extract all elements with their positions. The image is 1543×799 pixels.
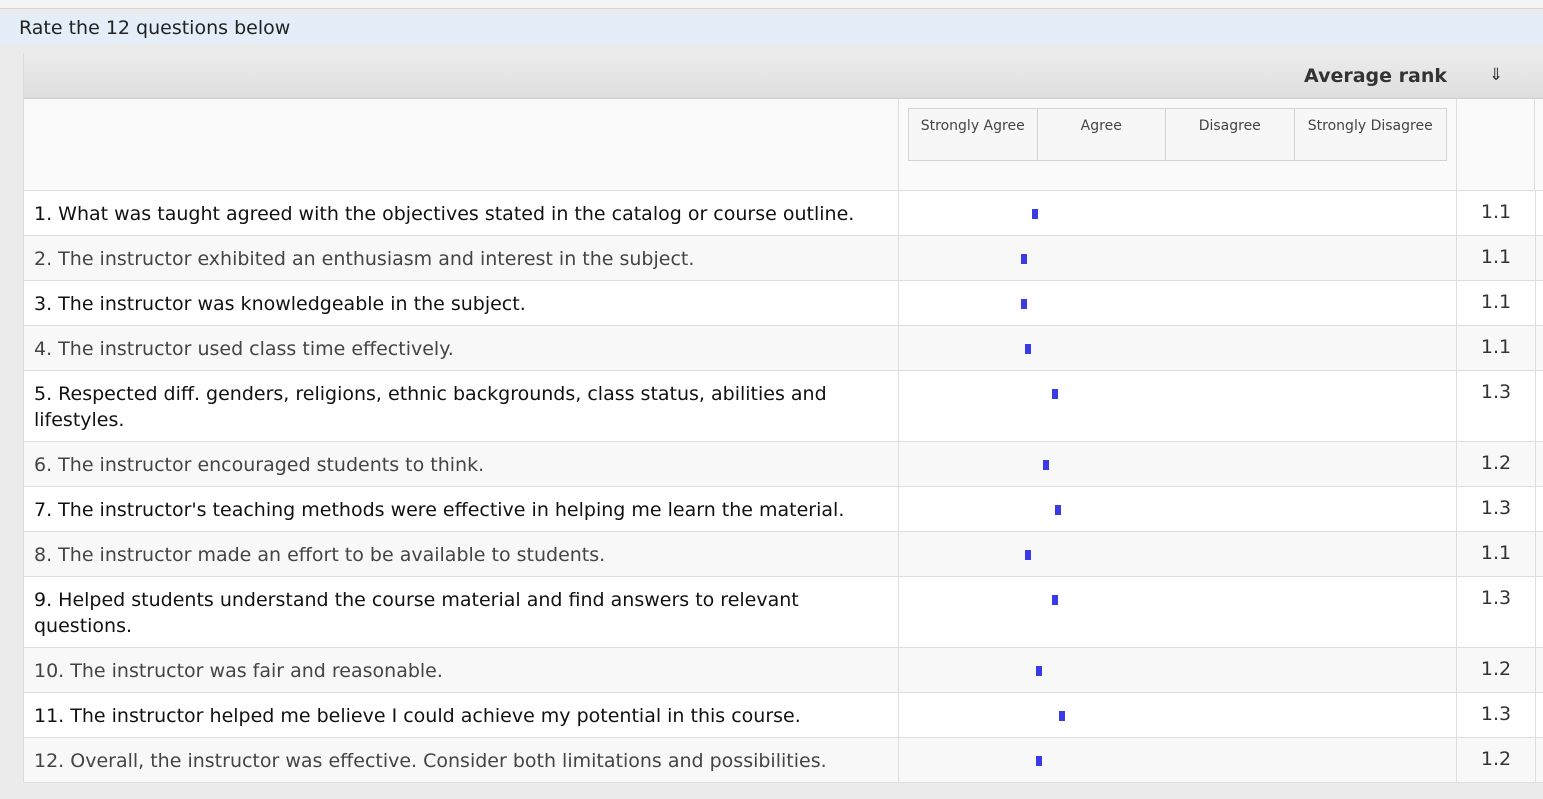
rating-grid: Average rank ⇓ Strongly Agree Agree Disa…	[23, 53, 1543, 783]
average-rank-cell: 1.1	[1456, 281, 1536, 325]
average-rank-value: 1.1	[1480, 291, 1512, 313]
average-rank-cell: 1.2	[1456, 648, 1536, 692]
question-text: 6. The instructor encouraged students to…	[34, 454, 485, 476]
question-row: 5. Respected diff. genders, religions, e…	[24, 371, 1543, 442]
rating-distribution-cell	[898, 738, 1456, 782]
rating-distribution-cell	[898, 577, 1456, 647]
question-row: 2. The instructor exhibited an enthusias…	[24, 236, 1543, 281]
question-row: 1. What was taught agreed with the objec…	[24, 191, 1543, 236]
question-group-header: Rate the 12 questions below	[0, 14, 1543, 44]
average-rank-cell: 1.3	[1456, 577, 1536, 647]
rating-distribution-cell	[898, 442, 1456, 486]
grid-header: Average rank ⇓	[24, 53, 1543, 99]
average-rank-value: 1.2	[1480, 452, 1512, 474]
question-row: 12. Overall, the instructor was effectiv…	[24, 738, 1543, 783]
average-rank-cell: 1.1	[1456, 532, 1536, 576]
top-divider	[0, 0, 1543, 9]
rating-distribution-cell	[898, 532, 1456, 576]
question-row: 8. The instructor made an effort to be a…	[24, 532, 1543, 577]
question-text: 8. The instructor made an effort to be a…	[34, 544, 606, 566]
question-rows: 1. What was taught agreed with the objec…	[24, 191, 1543, 783]
rating-distribution-cell	[898, 693, 1456, 737]
scale-label-disagree: Disagree	[1166, 109, 1295, 160]
average-rank-marker	[1035, 756, 1042, 766]
scale-label-strongly-agree: Strongly Agree	[909, 109, 1038, 160]
question-row: 9. Helped students understand the course…	[24, 577, 1543, 648]
average-rank-value: 1.3	[1480, 703, 1512, 725]
average-rank-value: 1.1	[1480, 336, 1512, 358]
question-group-title: Rate the 12 questions below	[19, 17, 291, 39]
rating-distribution-cell	[898, 281, 1456, 325]
average-rank-value: 1.3	[1480, 587, 1512, 609]
average-rank-marker	[1051, 389, 1058, 399]
sort-down-icon[interactable]: ⇓	[1486, 65, 1506, 85]
average-rank-cell: 1.1	[1456, 236, 1536, 280]
question-text: 9. Helped students understand the course…	[34, 589, 799, 637]
rating-distribution-cell	[898, 371, 1456, 441]
scale-label-agree: Agree	[1038, 109, 1166, 160]
question-text: 5. Respected diff. genders, religions, e…	[34, 383, 827, 431]
scale-header-row: Strongly Agree Agree Disagree Strongly D…	[24, 99, 1543, 191]
average-rank-cell: 1.3	[1456, 371, 1536, 441]
average-rank-marker	[1058, 711, 1065, 721]
question-row: 11. The instructor helped me believe I c…	[24, 693, 1543, 738]
average-rank-value: 1.3	[1480, 381, 1512, 403]
average-rank-marker	[1024, 550, 1031, 560]
average-rank-cell: 1.1	[1456, 191, 1536, 235]
average-rank-marker	[1042, 460, 1049, 470]
average-rank-cell: 1.2	[1456, 442, 1536, 486]
question-text: 2. The instructor exhibited an enthusias…	[34, 248, 695, 270]
question-row: 6. The instructor encouraged students to…	[24, 442, 1543, 487]
average-rank-cell: 1.3	[1456, 487, 1536, 531]
average-rank-marker	[1021, 299, 1028, 309]
column-divider	[1456, 99, 1457, 190]
question-row: 3. The instructor was knowledgeable in t…	[24, 281, 1543, 326]
average-rank-value: 1.2	[1480, 748, 1512, 770]
average-rank-header: Average rank	[1304, 65, 1447, 87]
question-text: 4. The instructor used class time effect…	[34, 338, 454, 360]
average-rank-value: 1.2	[1480, 658, 1512, 680]
question-row: 4. The instructor used class time effect…	[24, 326, 1543, 371]
average-rank-cell: 1.3	[1456, 693, 1536, 737]
average-rank-marker	[1055, 505, 1062, 515]
average-rank-value: 1.1	[1480, 246, 1512, 268]
average-rank-marker	[1051, 595, 1058, 605]
question-text: 12. Overall, the instructor was effectiv…	[34, 750, 827, 772]
average-rank-marker	[1032, 209, 1039, 219]
average-rank-marker	[1035, 666, 1042, 676]
average-rank-value: 1.1	[1480, 201, 1512, 223]
average-rank-marker	[1021, 254, 1028, 264]
question-text: 1. What was taught agreed with the objec…	[34, 203, 855, 225]
average-rank-marker	[1024, 344, 1031, 354]
question-text: 10. The instructor was fair and reasonab…	[34, 660, 443, 682]
average-rank-cell: 1.1	[1456, 326, 1536, 370]
rating-distribution-cell	[898, 326, 1456, 370]
question-text: 11. The instructor helped me believe I c…	[34, 705, 801, 727]
question-text: 7. The instructor's teaching methods wer…	[34, 499, 845, 521]
rating-distribution-cell	[898, 487, 1456, 531]
rating-distribution-cell	[898, 236, 1456, 280]
average-rank-value: 1.3	[1480, 497, 1512, 519]
rating-distribution-cell	[898, 191, 1456, 235]
average-rank-value: 1.1	[1480, 542, 1512, 564]
question-row: 7. The instructor's teaching methods wer…	[24, 487, 1543, 532]
scale-label-strongly-disagree: Strongly Disagree	[1307, 118, 1433, 134]
column-divider	[1534, 99, 1535, 190]
question-text: 3. The instructor was knowledgeable in t…	[34, 293, 526, 315]
question-row: 10. The instructor was fair and reasonab…	[24, 648, 1543, 693]
average-rank-cell: 1.2	[1456, 738, 1536, 782]
rating-distribution-cell	[898, 648, 1456, 692]
rating-scale-legend: Strongly Agree Agree Disagree Strongly D…	[908, 108, 1447, 161]
column-divider	[898, 99, 899, 190]
